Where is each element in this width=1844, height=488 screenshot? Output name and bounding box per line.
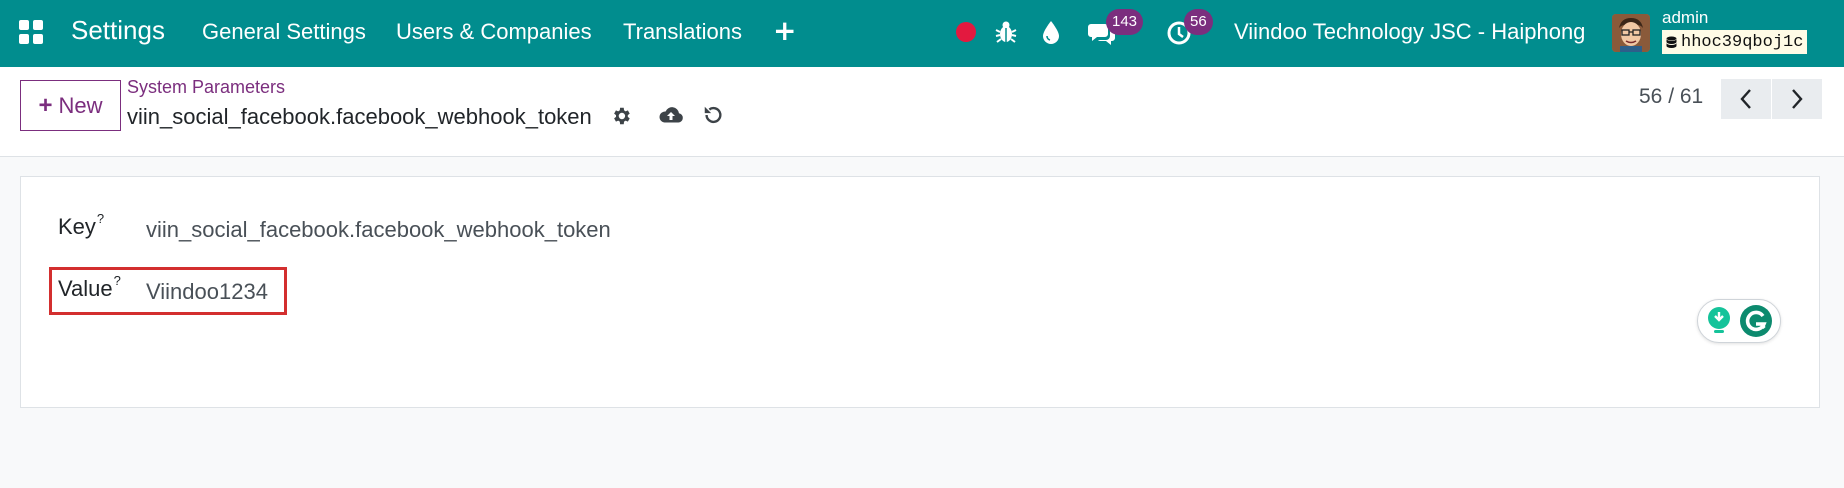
database-name: hhoc39qboj1c [1681,33,1804,52]
record-title: viin_social_facebook.facebook_webhook_to… [127,104,592,129]
key-field[interactable]: viin_social_facebook.facebook_webhook_to… [146,217,611,243]
grammarly-icon [1740,305,1772,337]
gear-icon[interactable] [610,105,632,127]
user-avatar[interactable] [1612,14,1650,52]
key-label: Key? [58,211,104,240]
database-icon [1666,36,1677,48]
chevron-right-icon [1792,89,1803,109]
form-sheet: Key? viin_social_facebook.facebook_webho… [20,176,1820,408]
company-switcher[interactable]: Viindoo Technology JSC - Haiphong [1234,19,1585,45]
new-button-label: New [58,92,103,118]
value-field[interactable]: Viindoo1234 [146,279,268,305]
drop-icon[interactable] [1038,19,1064,45]
user-name[interactable]: admin [1662,8,1708,28]
pager-previous-button[interactable] [1721,79,1771,119]
messages-count-badge: 143 [1106,9,1144,35]
pager-value[interactable]: 56 / 61 [1639,85,1703,109]
lightbulb-icon [1708,307,1730,333]
top-navbar: Settings General Settings Users & Compan… [0,0,1844,67]
discard-icon[interactable] [702,104,724,126]
pager-next-button[interactable] [1772,79,1822,119]
value-label: Value? [58,273,121,302]
chevron-left-icon [1740,89,1751,109]
recording-icon[interactable] [953,19,979,45]
key-label-text: Key [58,214,96,239]
activities-count-badge: 56 [1184,9,1213,35]
control-panel: + New System Parameters viin_social_face… [0,67,1844,157]
plus-icon[interactable]: + [773,17,796,45]
plus-icon: + [38,91,53,119]
key-help-tooltip[interactable]: ? [97,211,104,226]
cloud-upload-icon[interactable] [658,103,684,127]
database-badge: hhoc39qboj1c [1662,30,1808,54]
grammarly-widget[interactable] [1697,299,1781,343]
breadcrumb-system-parameters[interactable]: System Parameters [127,77,285,98]
new-button[interactable]: + New [20,80,121,131]
value-label-text: Value [58,276,113,301]
value-help-tooltip[interactable]: ? [114,273,121,288]
menu-general-settings[interactable]: General Settings [202,19,366,45]
menu-users-companies[interactable]: Users & Companies [396,19,592,45]
apps-menu-icon[interactable] [18,19,44,45]
menu-translations[interactable]: Translations [623,19,742,45]
bug-icon[interactable] [993,19,1019,45]
app-title[interactable]: Settings [71,15,165,46]
